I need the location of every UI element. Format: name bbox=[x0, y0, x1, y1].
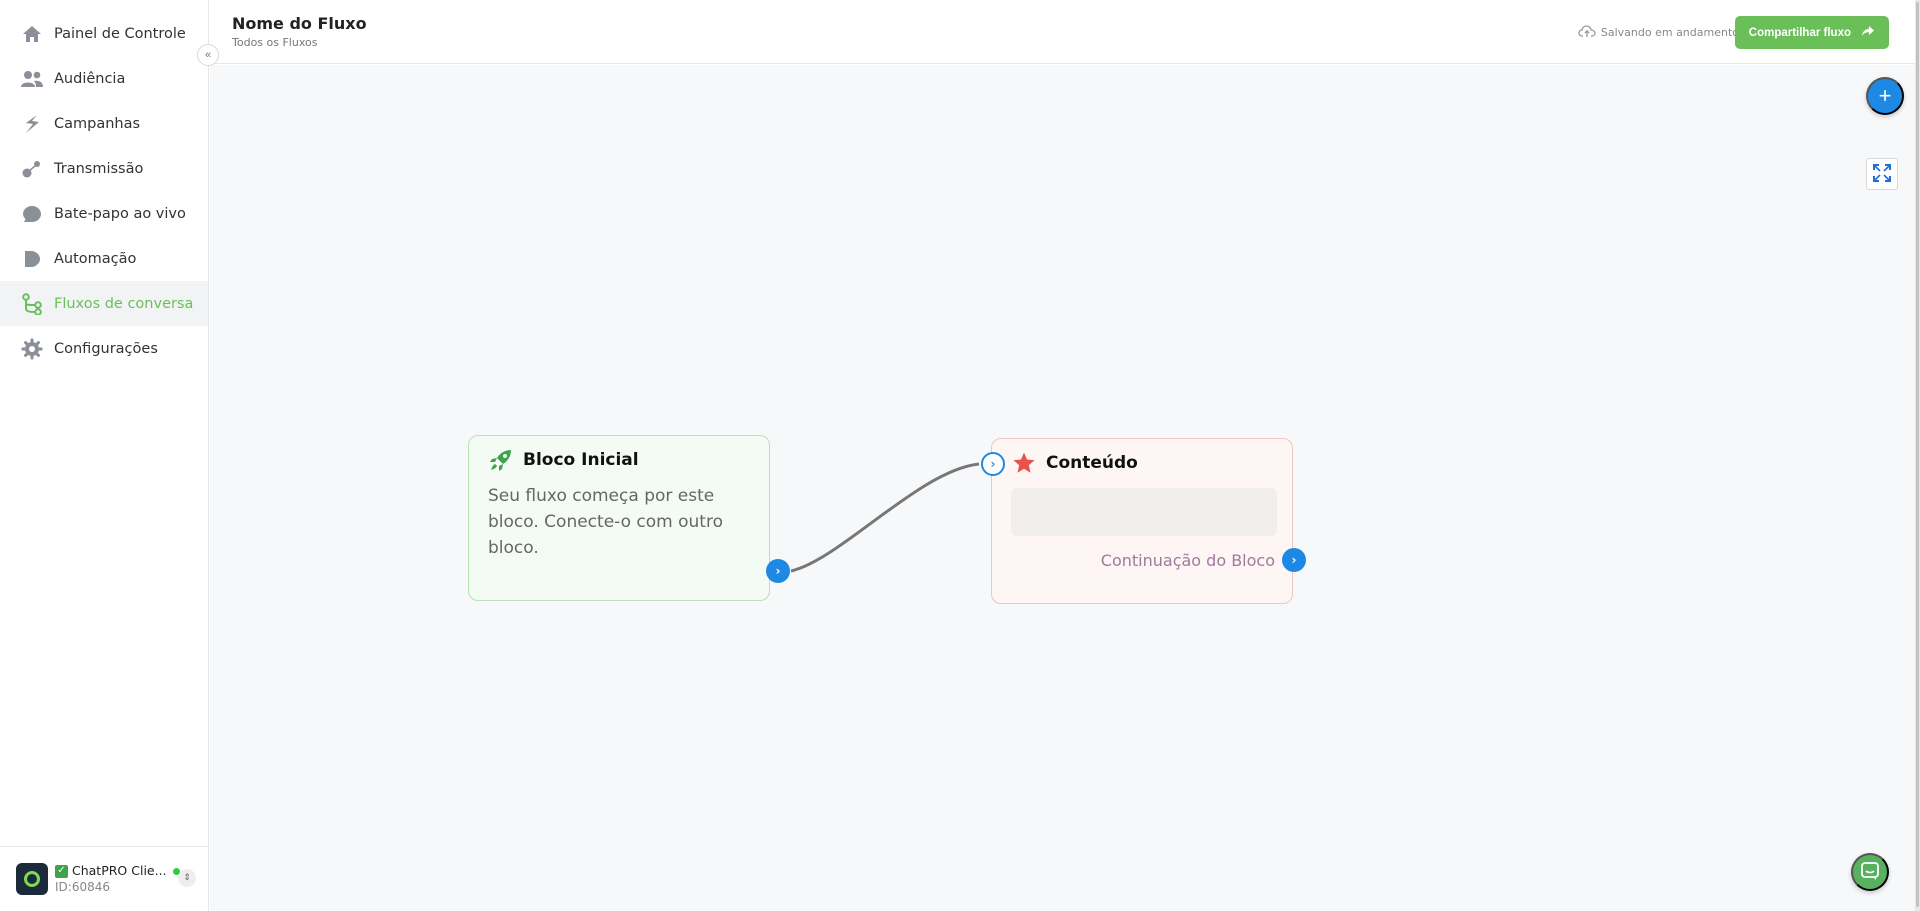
content-block-input-port[interactable]: › bbox=[981, 452, 1005, 476]
content-block[interactable]: Conteúdo Continuação do Bloco bbox=[991, 438, 1293, 604]
start-block-title: Bloco Inicial bbox=[523, 450, 639, 470]
broadcast-icon bbox=[21, 158, 43, 180]
content-message-placeholder[interactable] bbox=[1011, 488, 1277, 536]
share-flow-label: Compartilhar fluxo bbox=[1748, 26, 1851, 39]
sidebar-item-audience[interactable]: Audiência bbox=[0, 56, 208, 101]
fit-view-button[interactable] bbox=[1866, 158, 1898, 190]
users-icon bbox=[21, 68, 43, 90]
account-id: ID:60846 bbox=[55, 880, 110, 894]
start-block[interactable]: Bloco Inicial Seu fluxo começa por este … bbox=[468, 435, 770, 601]
sidebar-item-label: Configurações bbox=[54, 340, 158, 357]
continuation-label: Continuação do Bloco bbox=[1100, 551, 1275, 570]
sidebar-nav: Painel de Controle Audiência Campanhas T… bbox=[0, 0, 208, 371]
add-block-button[interactable]: + bbox=[1866, 77, 1904, 115]
saving-status-text: Salvando em andamento bbox=[1600, 26, 1739, 39]
avatar bbox=[16, 863, 48, 895]
start-block-header: Bloco Inicial bbox=[489, 448, 639, 472]
flow-header: Nome do Fluxo Todos os Fluxos Salvando e… bbox=[210, 0, 1915, 64]
star-icon bbox=[1012, 451, 1036, 475]
sidebar-item-label: Campanhas bbox=[54, 115, 141, 132]
account-info: ✓ ChatPRO Clie... ID:60846 bbox=[55, 863, 180, 895]
content-block-title: Conteúdo bbox=[1046, 453, 1138, 473]
expand-icon bbox=[1873, 163, 1891, 185]
sidebar: Painel de Controle Audiência Campanhas T… bbox=[0, 0, 209, 911]
scrollbar-thumb[interactable] bbox=[1916, 2, 1919, 907]
bolt-icon bbox=[21, 113, 43, 135]
gear-icon bbox=[21, 338, 43, 360]
account-name-row: ✓ ChatPRO Clie... bbox=[55, 863, 180, 879]
check-icon: ✓ bbox=[55, 864, 68, 878]
chevron-updown-icon[interactable]: ⇕ bbox=[178, 869, 196, 887]
support-chat-button[interactable] bbox=[1851, 853, 1889, 891]
chat-bubble-icon bbox=[21, 203, 43, 225]
sidebar-item-label: Bate-papo ao vivo bbox=[54, 205, 186, 222]
sidebar-item-label: Audiência bbox=[54, 70, 126, 87]
account-switcher[interactable]: ✓ ChatPRO Clie... ID:60846 ⇕ bbox=[0, 846, 208, 911]
collapse-sidebar-button[interactable]: « bbox=[197, 44, 219, 66]
automation-icon bbox=[21, 248, 43, 270]
share-arrow-icon bbox=[1861, 25, 1875, 40]
share-flow-button[interactable]: Compartilhar fluxo bbox=[1734, 16, 1889, 49]
cloud-upload-icon bbox=[1578, 24, 1596, 41]
sidebar-item-settings[interactable]: Configurações bbox=[0, 326, 208, 371]
saving-status: Salvando em andamento bbox=[1578, 24, 1739, 41]
account-name: ChatPRO Clie... bbox=[72, 863, 167, 878]
sidebar-item-dashboard[interactable]: Painel de Controle bbox=[0, 11, 208, 56]
start-block-output-port[interactable]: › bbox=[766, 559, 790, 583]
sidebar-item-live-chat[interactable]: Bate-papo ao vivo bbox=[0, 191, 208, 236]
breadcrumb[interactable]: Todos os Fluxos bbox=[232, 36, 317, 49]
sidebar-item-broadcast[interactable]: Transmissão bbox=[0, 146, 208, 191]
page-scrollbar[interactable] bbox=[1915, 0, 1920, 911]
sidebar-item-label: Automação bbox=[54, 250, 137, 267]
page-title[interactable]: Nome do Fluxo bbox=[232, 14, 367, 33]
home-icon bbox=[21, 23, 43, 45]
sidebar-item-campaigns[interactable]: Campanhas bbox=[0, 101, 208, 146]
sidebar-item-conversation-flows[interactable]: Fluxos de conversa bbox=[0, 281, 208, 326]
start-block-description: Seu fluxo começa por este bloco. Conecte… bbox=[488, 486, 723, 558]
chat-icon bbox=[1860, 861, 1880, 884]
sidebar-item-label: Painel de Controle bbox=[54, 25, 186, 42]
sidebar-item-label: Fluxos de conversa bbox=[54, 295, 194, 312]
content-block-output-port[interactable]: › bbox=[1282, 548, 1306, 572]
sidebar-item-label: Transmissão bbox=[54, 160, 144, 177]
rocket-icon bbox=[489, 448, 513, 472]
content-block-header: Conteúdo bbox=[1012, 451, 1138, 475]
flow-icon bbox=[21, 292, 43, 315]
sidebar-item-automation[interactable]: Automação bbox=[0, 236, 208, 281]
